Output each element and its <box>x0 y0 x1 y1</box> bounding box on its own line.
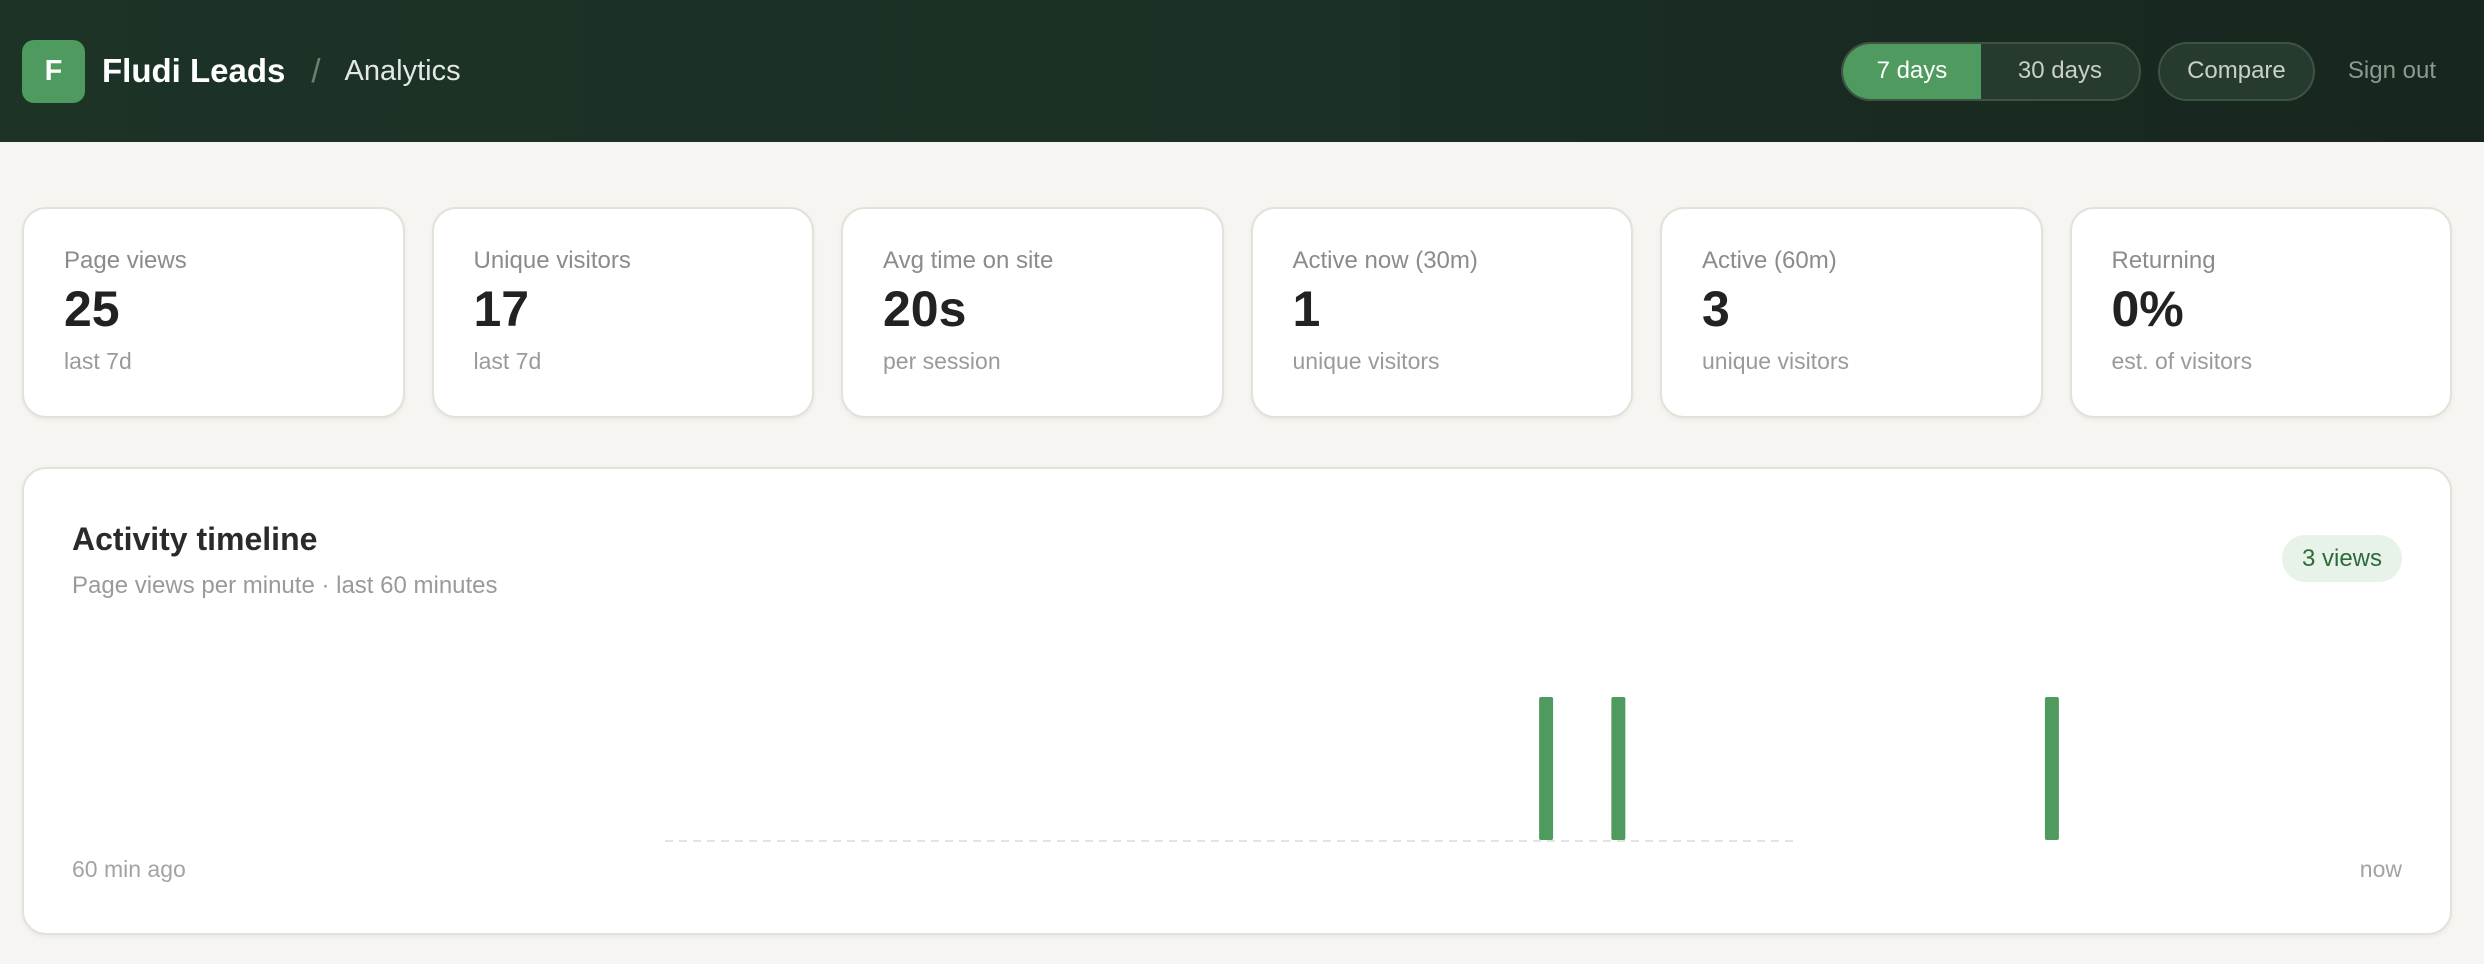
stat-card-avg-time: Avg time on site 20s per session <box>841 207 1224 418</box>
app-logo[interactable]: F <box>22 39 85 103</box>
stat-label: Avg time on site <box>883 247 1054 274</box>
timeline-bar[interactable] <box>2044 697 2059 840</box>
stat-value: 20s <box>883 281 967 337</box>
stat-subtext: per session <box>883 347 1001 374</box>
stat-value: 0% <box>2111 281 2184 337</box>
top-bar: F Fludi Leads / Analytics 7 days 30 days… <box>0 0 2484 142</box>
stat-subtext: est. of visitors <box>2111 347 2253 374</box>
stat-subtext: last 7d <box>473 347 542 374</box>
stat-label: Active now (30m) <box>1292 247 1478 274</box>
activity-timeline-panel: Activity timeline Page views per minute … <box>22 467 2452 935</box>
range-30-days-button[interactable]: 30 days <box>1981 44 2139 99</box>
activity-timeline-chart <box>665 697 2059 842</box>
stat-card-active-60m: Active (60m) 3 unique visitors <box>1660 207 2043 418</box>
breadcrumb-current-page: Analytics <box>344 54 461 87</box>
breadcrumb-separator: / <box>311 52 321 89</box>
axis-end-label: now <box>2359 856 2402 882</box>
stat-label: Returning <box>2111 247 2216 274</box>
stats-row: Page views 25 last 7d Unique visitors 17… <box>22 207 2452 418</box>
sign-out-link[interactable]: Sign out <box>2348 57 2436 85</box>
stat-value: 17 <box>473 281 530 337</box>
stat-value: 25 <box>64 281 120 337</box>
app-name[interactable]: Fludi Leads <box>102 52 285 90</box>
axis-start-label: 60 min ago <box>72 856 186 882</box>
stat-card-active-now: Active now (30m) 1 unique visitors <box>1250 207 1633 418</box>
timeline-bar[interactable] <box>1611 697 1626 840</box>
stat-subtext: last 7d <box>64 347 132 374</box>
stat-value: 3 <box>1702 281 1730 337</box>
stat-card-page-views: Page views 25 last 7d <box>22 207 405 418</box>
compare-button[interactable]: Compare <box>2157 41 2315 101</box>
stat-subtext: unique visitors <box>1292 347 1440 374</box>
stat-card-unique-visitors: Unique visitors 17 last 7d <box>431 207 814 418</box>
stat-label: Page views <box>64 247 187 274</box>
stat-subtext: unique visitors <box>1702 347 1850 374</box>
stat-label: Active (60m) <box>1702 247 1837 274</box>
stat-value: 1 <box>1292 281 1321 337</box>
timeline-bar[interactable] <box>1539 697 1554 840</box>
stat-card-returning: Returning 0% est. of visitors <box>2069 207 2452 418</box>
stat-label: Unique visitors <box>473 247 631 274</box>
date-range-toggle: 7 days 30 days <box>1840 41 2141 101</box>
range-7-days-button[interactable]: 7 days <box>1842 43 1981 99</box>
